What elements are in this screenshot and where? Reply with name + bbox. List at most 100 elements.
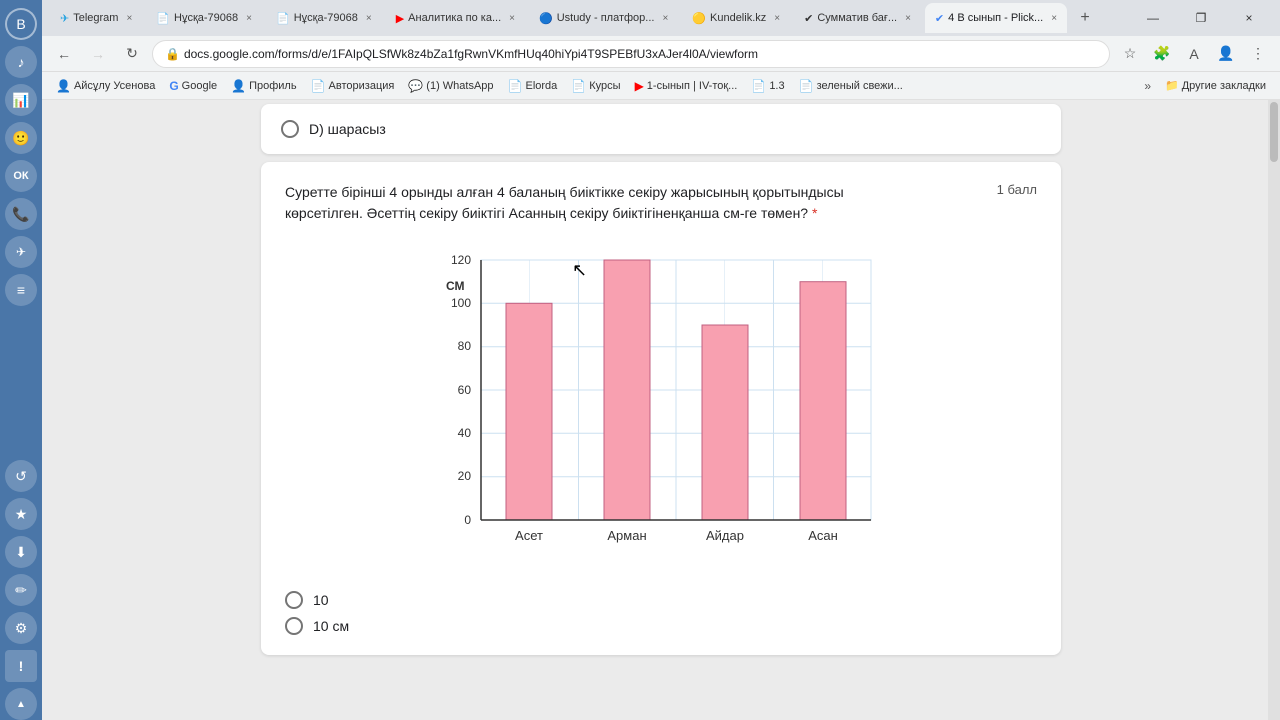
tab-ustudy[interactable]: 🔵 Ustudy - платфор... ×: [529, 3, 678, 33]
reload-button[interactable]: ↻: [118, 40, 146, 68]
tab-kundelik[interactable]: 🟡 Kundelik.kz ×: [682, 3, 790, 33]
bookmark-star-icon[interactable]: ☆: [1116, 40, 1144, 68]
1synyp-icon: ▶: [635, 79, 644, 93]
scroll-thumb[interactable]: [1270, 102, 1278, 162]
other-label: Другие закладки: [1182, 80, 1266, 92]
pen-icon[interactable]: ✏: [5, 574, 37, 606]
lock-icon: 🔒: [165, 47, 180, 61]
music-icon[interactable]: ♪: [5, 46, 37, 78]
up-icon[interactable]: ▲: [5, 688, 37, 720]
bar-asan: [800, 282, 846, 520]
answer-option-10cm[interactable]: 10 см: [285, 617, 1037, 635]
phone-icon[interactable]: 📞: [5, 198, 37, 230]
bookmark-aysula[interactable]: 👤 Айсұлу Усенова: [50, 77, 161, 95]
scroll-track[interactable]: [1268, 100, 1280, 720]
analytics-tab-icon: ▶: [396, 12, 404, 25]
whatsapp-label: (1) WhatsApp: [426, 80, 493, 92]
download-icon[interactable]: ⬇: [5, 536, 37, 568]
profile-icon[interactable]: 👤: [1212, 40, 1240, 68]
option-d[interactable]: D) шарасыз: [281, 120, 1041, 138]
13-label: 1.3: [769, 80, 784, 92]
option-d-radio[interactable]: [281, 120, 299, 138]
refresh-icon[interactable]: ↺: [5, 460, 37, 492]
bookmark-13[interactable]: 📄 1.3: [745, 77, 790, 95]
translate-icon[interactable]: A: [1180, 40, 1208, 68]
telegram-tab-label: Telegram: [73, 12, 118, 24]
back-button[interactable]: ←: [50, 40, 78, 68]
telegram-tab-icon: ✈: [60, 12, 69, 25]
tab-telegram[interactable]: ✈ Telegram ×: [50, 3, 142, 33]
vk-icon[interactable]: В: [5, 8, 37, 40]
bookmark-other[interactable]: 📁 Другие закладки: [1159, 77, 1272, 94]
4b-tab-close[interactable]: ×: [1051, 13, 1057, 24]
telegram-icon[interactable]: ✈: [5, 236, 37, 268]
bookmark-elorda[interactable]: 📄 Elorda: [502, 77, 564, 95]
forward-button[interactable]: →: [84, 40, 112, 68]
summative-tab-close[interactable]: ×: [905, 13, 911, 24]
kundelik-tab-close[interactable]: ×: [774, 13, 780, 24]
folder-icon: 📁: [1165, 79, 1179, 92]
answer-10cm-label: 10 см: [313, 618, 349, 634]
star-icon[interactable]: ★: [5, 498, 37, 530]
answer-10-radio[interactable]: [285, 591, 303, 609]
bookmark-zeleny[interactable]: 📄 зеленый свежи...: [793, 77, 909, 95]
page-content: D) шарасыз Суретте бірінші 4 орынды алға…: [251, 100, 1071, 720]
tab-4b[interactable]: ✔ 4 В сынып - Plick... ×: [925, 3, 1067, 33]
answer-10cm-radio[interactable]: [285, 617, 303, 635]
close-button[interactable]: ×: [1226, 2, 1272, 34]
ok-icon[interactable]: ОК: [5, 160, 37, 192]
bookmark-whatsapp[interactable]: 💬 (1) WhatsApp: [402, 77, 499, 95]
nuska2-tab-close[interactable]: ×: [366, 13, 372, 24]
gear-icon[interactable]: ⚙: [5, 612, 37, 644]
extensions-icon[interactable]: 🧩: [1148, 40, 1176, 68]
chrome-addressbar: ← → ↻ 🔒 docs.google.com/forms/d/e/1FAIpQ…: [42, 36, 1280, 72]
ustudy-tab-label: Ustudy - платфор...: [557, 12, 655, 24]
nuska2-tab-label: Нұсқа-79068: [294, 12, 358, 24]
bookmark-auth[interactable]: 📄 Авторизация: [305, 77, 401, 95]
question-text: Суретте бірінші 4 орынды алған 4 баланың…: [285, 182, 924, 224]
tab-summative[interactable]: ✔ Сумматив бағ... ×: [794, 3, 921, 33]
svg-text:40: 40: [458, 426, 472, 440]
stats-icon[interactable]: 📊: [5, 84, 37, 116]
svg-text:СМ: СМ: [446, 279, 465, 293]
left-sidebar: В ♪ 📊 🙂 ОК 📞 ✈ ≡ ↺ ★ ⬇ ✏ ⚙ ! ▲: [0, 0, 42, 720]
zeleny-label: зеленый свежи...: [817, 80, 903, 92]
bookmark-google[interactable]: G Google: [163, 77, 223, 95]
auth-icon: 📄: [311, 79, 326, 93]
chrome-titlebar: ✈ Telegram × 📄 Нұсқа-79068 × 📄 Нұсқа-790…: [42, 0, 1280, 36]
option-d-label: D) шарасыз: [309, 121, 386, 137]
bookmark-1synyp[interactable]: ▶ 1-сынып | IV-тоқ...: [629, 77, 744, 95]
chrome-menu-icon[interactable]: ⋮: [1244, 40, 1272, 68]
new-tab-button[interactable]: +: [1071, 4, 1099, 32]
minimize-button[interactable]: —: [1130, 2, 1176, 34]
elorda-icon: 📄: [508, 79, 523, 93]
1synyp-label: 1-сынып | IV-тоқ...: [647, 80, 738, 92]
aysula-icon: 👤: [56, 79, 71, 93]
question-header: Суретте бірінші 4 орынды алған 4 баланың…: [285, 182, 1037, 224]
answer-option-10[interactable]: 10: [285, 591, 1037, 609]
list-icon[interactable]: ≡: [5, 274, 37, 306]
svg-text:20: 20: [458, 469, 472, 483]
bar-chart: 0 20 40 60 80: [431, 240, 891, 570]
bookmarks-more-button[interactable]: »: [1138, 77, 1157, 95]
tab-analytics[interactable]: ▶ Аналитика по ка... ×: [386, 3, 525, 33]
face-icon[interactable]: 🙂: [5, 122, 37, 154]
ustudy-tab-close[interactable]: ×: [662, 13, 668, 24]
tab-nuska2[interactable]: 📄 Нұсқа-79068 ×: [266, 3, 382, 33]
tab-nuska1[interactable]: 📄 Нұсқа-79068 ×: [146, 3, 262, 33]
svg-text:120: 120: [451, 253, 471, 267]
elorda-label: Elorda: [526, 80, 558, 92]
whatsapp-icon: 💬: [408, 79, 423, 93]
bookmark-kursy[interactable]: 📄 Курсы: [565, 77, 626, 95]
restore-button[interactable]: ❐: [1178, 2, 1224, 34]
analytics-tab-close[interactable]: ×: [509, 13, 515, 24]
bar-arman: [604, 260, 650, 520]
exclamation-icon[interactable]: !: [5, 650, 37, 682]
bookmark-profile[interactable]: 👤 Профиль: [225, 77, 302, 95]
telegram-tab-close[interactable]: ×: [126, 13, 132, 24]
address-bar[interactable]: 🔒 docs.google.com/forms/d/e/1FAIpQLSfWk8…: [152, 40, 1110, 68]
4b-tab-label: 4 В сынып - Plick...: [948, 12, 1043, 24]
label-aydar: Айдар: [706, 528, 744, 543]
nuska1-tab-close[interactable]: ×: [246, 13, 252, 24]
kundelik-tab-icon: 🟡: [692, 12, 706, 25]
